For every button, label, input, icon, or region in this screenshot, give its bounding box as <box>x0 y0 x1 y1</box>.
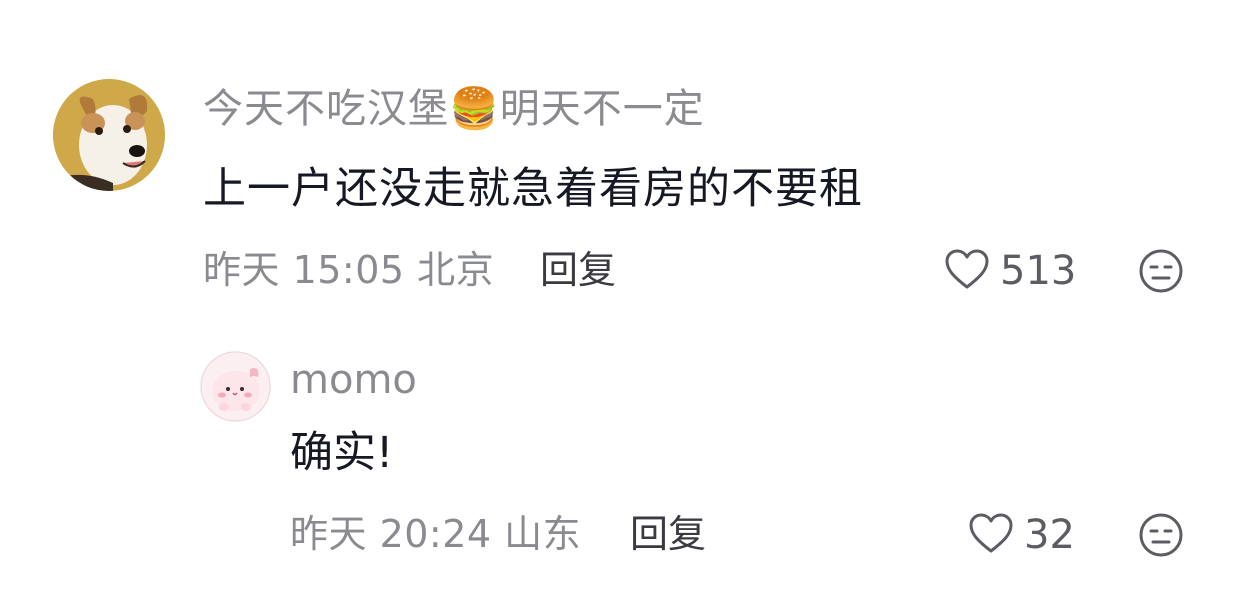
meh-face-icon <box>1138 513 1184 562</box>
heart-outline-icon <box>944 248 990 294</box>
dislike-button[interactable] <box>1138 512 1184 562</box>
dog-avatar-icon[interactable] <box>53 79 165 191</box>
like-button[interactable]: 32 <box>968 512 1075 558</box>
like-count: 513 <box>1000 248 1077 294</box>
pink-cartoon-avatar-icon[interactable] <box>200 351 271 422</box>
comment-text: 上一户还没走就急着看房的不要租 <box>203 164 863 214</box>
heart-outline-icon <box>968 512 1014 558</box>
reply-time-location: 昨天 20:24 山东 <box>290 512 582 556</box>
reply-text: 确实! <box>290 428 394 478</box>
reply-username[interactable]: momo <box>290 360 417 400</box>
reply-button[interactable]: 回复 <box>540 251 616 289</box>
comment-username[interactable]: 今天不吃汉堡🍔明天不一定 <box>203 89 705 129</box>
meh-face-icon <box>1138 249 1184 298</box>
like-count: 32 <box>1024 512 1075 558</box>
reply-button[interactable]: 回复 <box>630 515 706 553</box>
dislike-button[interactable] <box>1138 248 1184 298</box>
comment-time-location: 昨天 15:05 北京 <box>203 248 495 292</box>
like-button[interactable]: 513 <box>944 248 1076 294</box>
